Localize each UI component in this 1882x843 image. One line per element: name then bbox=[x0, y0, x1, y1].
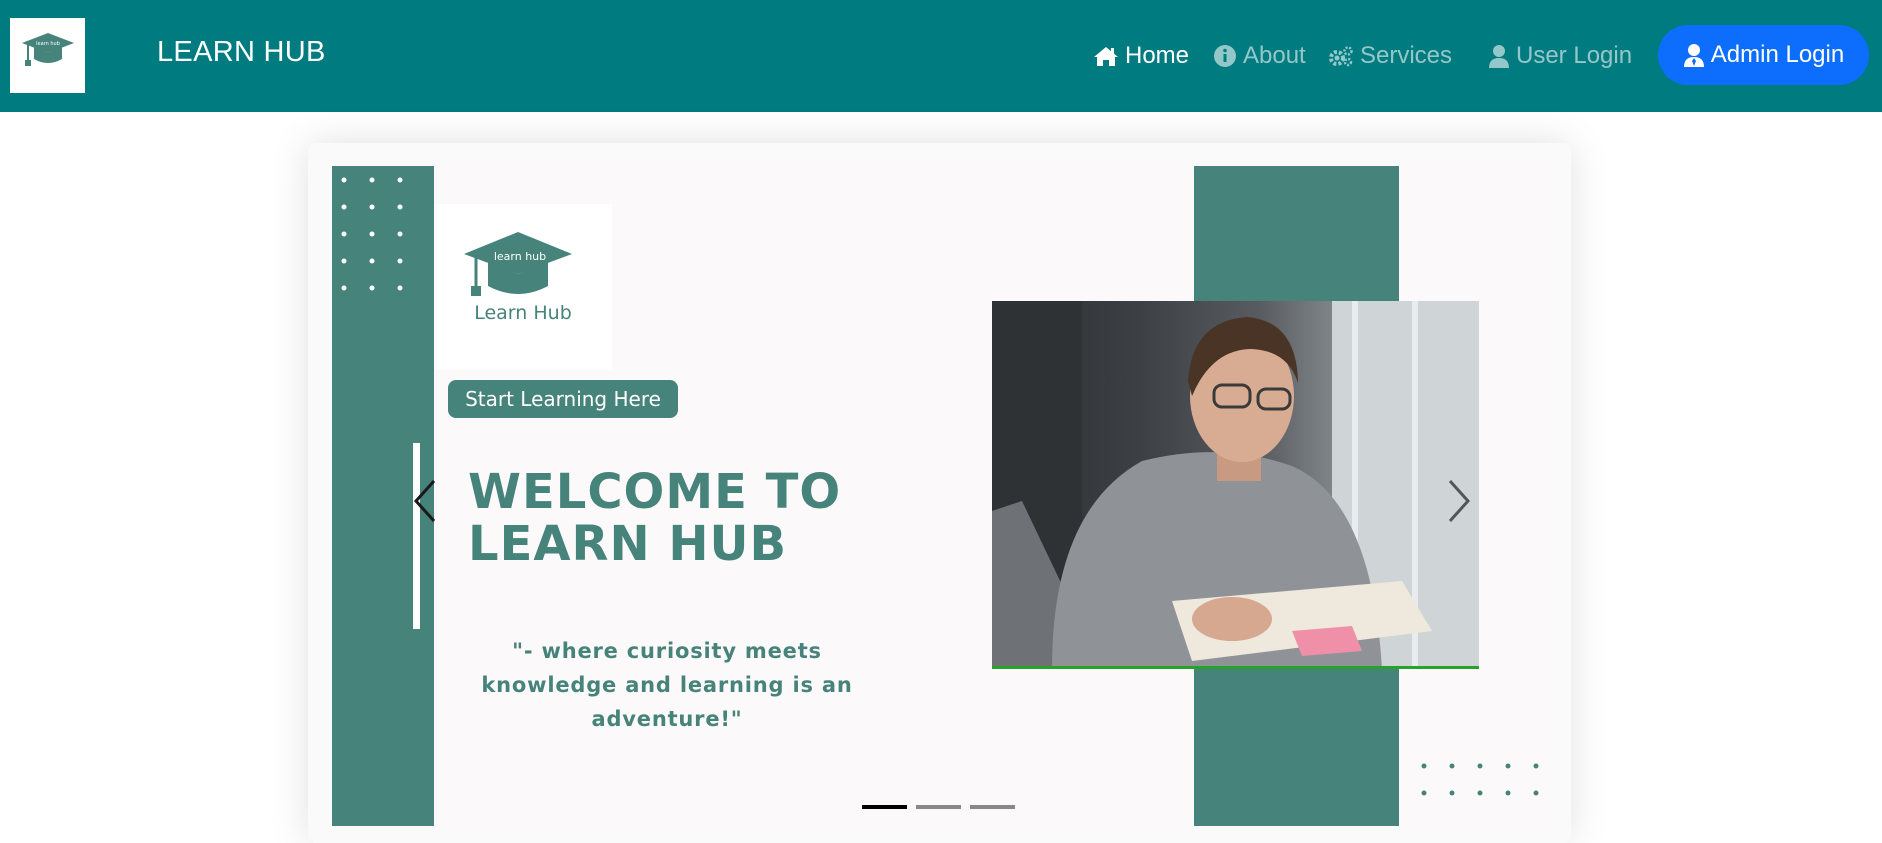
logo-cap-text: learn hub bbox=[494, 250, 546, 263]
chevron-right-icon bbox=[1448, 479, 1471, 523]
student-reading-illustration bbox=[992, 301, 1479, 666]
graduation-cap-icon: learn hub bbox=[22, 33, 74, 66]
welcome-heading: WELCOME TO LEARN HUB bbox=[468, 466, 888, 570]
tagline-line2: knowledge and learning is an adventure!" bbox=[481, 673, 853, 731]
tagline-quote: "- where curiosity meets knowledge and l… bbox=[442, 634, 892, 736]
graduation-cap-icon: learn hub bbox=[464, 232, 572, 296]
carousel-prev-button[interactable] bbox=[406, 476, 446, 526]
nav-user-login-label: User Login bbox=[1516, 42, 1633, 69]
site-logo[interactable]: learn hub bbox=[10, 18, 85, 93]
nav-home-link[interactable]: Home bbox=[1093, 40, 1189, 72]
tagline-line1: "- where curiosity meets bbox=[512, 639, 822, 663]
start-learning-badge: Start Learning Here bbox=[448, 380, 678, 418]
dot-pattern-decor bbox=[1421, 763, 1539, 796]
info-icon bbox=[1213, 44, 1237, 68]
nav-about-link[interactable]: About bbox=[1213, 40, 1306, 72]
gears-icon bbox=[1328, 45, 1354, 67]
welcome-heading-line2: LEARN HUB bbox=[468, 516, 788, 572]
home-icon bbox=[1093, 45, 1119, 67]
slide-logo: learn hub Learn Hub bbox=[434, 204, 612, 370]
user-icon bbox=[1488, 44, 1510, 68]
slide-logo-text: Learn Hub bbox=[474, 302, 572, 324]
carousel-indicators bbox=[862, 805, 1015, 809]
nav-services-link[interactable]: Services bbox=[1328, 40, 1452, 72]
dot-pattern-decor bbox=[341, 177, 403, 291]
student-photo bbox=[992, 301, 1479, 669]
admin-login-label: Admin Login bbox=[1710, 41, 1845, 68]
chevron-left-icon bbox=[413, 479, 436, 523]
carousel-indicator-2[interactable] bbox=[916, 805, 961, 809]
carousel-indicator-1[interactable] bbox=[862, 805, 907, 809]
carousel-next-button[interactable] bbox=[1438, 476, 1478, 526]
nav-home-label: Home bbox=[1125, 42, 1190, 69]
nav-user-login-link[interactable]: User Login bbox=[1488, 40, 1632, 72]
nav-about-label: About bbox=[1243, 42, 1306, 69]
welcome-heading-line1: WELCOME TO bbox=[468, 464, 842, 520]
navbar: learn hub LEARN HUB Home About Services bbox=[0, 0, 1882, 112]
admin-login-button[interactable]: Admin Login bbox=[1658, 25, 1869, 85]
decor-vertical-bar bbox=[413, 443, 420, 629]
nav-services-label: Services bbox=[1360, 42, 1453, 69]
admin-icon bbox=[1683, 43, 1705, 67]
svg-text:learn hub: learn hub bbox=[36, 41, 60, 47]
carousel-indicator-3[interactable] bbox=[970, 805, 1015, 809]
brand-name[interactable]: LEARN HUB bbox=[157, 36, 326, 69]
carousel-slide: learn hub Learn Hub Start Learning Here … bbox=[332, 166, 1548, 826]
